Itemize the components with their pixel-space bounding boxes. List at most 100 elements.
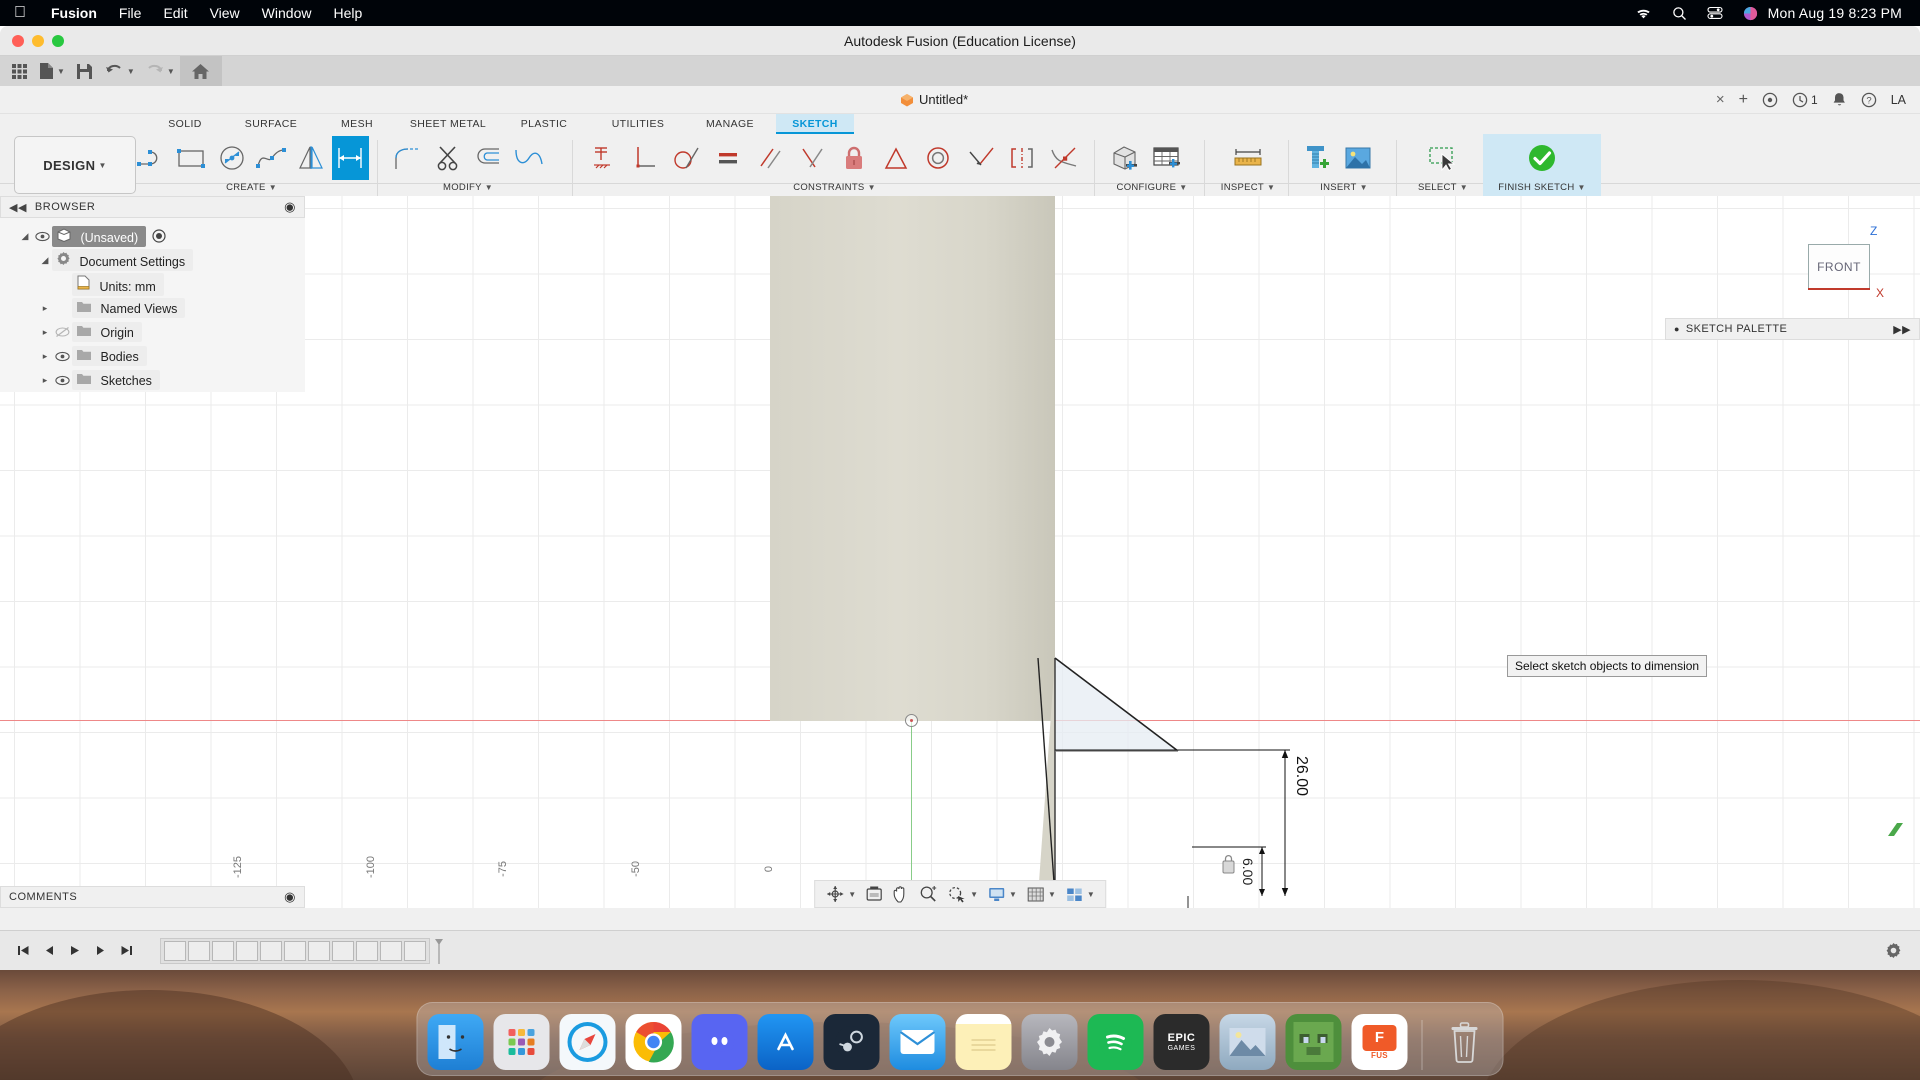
dimension-26[interactable]: 26.00 (1292, 756, 1310, 796)
timeline-feature[interactable] (164, 940, 186, 961)
tab-sheet-metal[interactable]: SHEET METAL (400, 114, 496, 134)
offset-icon[interactable] (469, 136, 508, 180)
fit-caret-icon[interactable]: ▼ (970, 890, 978, 899)
tab-mesh[interactable]: MESH (314, 114, 400, 134)
expander-icon[interactable]: ◢ (18, 231, 32, 242)
visibility-eye-icon[interactable] (52, 351, 72, 362)
dock-item-settings[interactable] (1021, 1014, 1078, 1070)
concentric-icon[interactable] (918, 136, 958, 180)
menu-view[interactable]: View (199, 5, 251, 21)
ribbon-group-finish-sketch[interactable]: FINISH SKETCH ▼ (1483, 134, 1601, 204)
menu-file[interactable]: File (108, 5, 153, 21)
display-mode-icon[interactable]: ▼ (983, 881, 1021, 907)
dock-item-launchpad[interactable] (493, 1014, 550, 1070)
measure-ruler-icon[interactable] (1228, 136, 1268, 180)
browser-item-sketches[interactable]: ▸ Sketches (0, 368, 305, 392)
control-center-icon[interactable] (1697, 6, 1733, 20)
timeline-feature[interactable] (404, 940, 426, 961)
visibility-eye-icon[interactable] (32, 231, 52, 242)
workspace-caret-icon[interactable]: ▼ (98, 161, 106, 170)
menu-bar-clock[interactable]: Mon Aug 19 8:23 PM (1768, 5, 1920, 21)
select-window-icon[interactable] (1423, 136, 1463, 180)
dock-item-safari[interactable] (559, 1014, 616, 1070)
inspect-group-label[interactable]: INSPECT ▼ (1212, 182, 1284, 196)
timeline-feature[interactable] (308, 940, 330, 961)
bell-icon[interactable] (1832, 92, 1847, 108)
grid-snap-caret-icon[interactable]: ▼ (1048, 890, 1056, 899)
save-icon[interactable] (70, 56, 100, 86)
dock-item-chrome[interactable] (625, 1014, 682, 1070)
perpendicular-icon[interactable] (624, 136, 664, 180)
expander-icon[interactable]: ▸ (38, 303, 52, 314)
select-group-label[interactable]: SELECT ▼ (1404, 182, 1482, 196)
expand-right-icon[interactable]: ▶▶ (1893, 323, 1911, 336)
horizontal-vertical-icon[interactable] (582, 136, 622, 180)
redo-icon[interactable]: ▼ (140, 56, 180, 86)
viewports-icon[interactable]: ▼ (1061, 881, 1099, 907)
tab-plastic[interactable]: PLASTIC (496, 114, 592, 134)
tab-sketch[interactable]: SKETCH (776, 114, 854, 134)
new-tab-icon[interactable]: + (1739, 91, 1748, 109)
dock-item-spotify[interactable] (1087, 1014, 1144, 1070)
undo-icon[interactable]: ▼ (100, 56, 140, 86)
dock-item-photos-app[interactable] (1219, 1014, 1276, 1070)
menu-window[interactable]: Window (251, 5, 323, 21)
browser-item-bodies[interactable]: ▸ Bodies (0, 344, 305, 368)
wifi-icon[interactable] (1625, 7, 1662, 20)
extension-manager-icon[interactable] (1762, 92, 1778, 108)
siri-icon[interactable] (1733, 6, 1768, 21)
visibility-eye-icon[interactable] (52, 375, 72, 386)
timeline-feature-strip[interactable] (160, 937, 430, 964)
tab-utilities[interactable]: UTILITIES (592, 114, 684, 134)
timeline-feature[interactable] (284, 940, 306, 961)
menu-edit[interactable]: Edit (152, 5, 198, 21)
browser-item-origin[interactable]: ▸ Origin (0, 320, 305, 344)
minus-circle-icon[interactable]: ◉ (284, 199, 296, 215)
green-check-icon[interactable] (1522, 136, 1562, 180)
dock-item-finder[interactable] (427, 1014, 484, 1070)
dock-item-trash[interactable] (1437, 1014, 1493, 1070)
coincident-icon[interactable] (792, 136, 832, 180)
expander-icon[interactable]: ▸ (38, 375, 52, 386)
help-icon[interactable]: ? (1861, 92, 1877, 108)
curvature-constraint-icon[interactable] (1044, 136, 1084, 180)
visibility-eye-off-icon[interactable] (52, 326, 72, 338)
tab-manage[interactable]: MANAGE (684, 114, 776, 134)
line-icon[interactable] (134, 136, 172, 180)
plus-circle-icon[interactable]: ◉ (284, 889, 296, 905)
collinear-icon[interactable] (960, 136, 1000, 180)
display-settings-icon[interactable] (861, 881, 887, 907)
dock-item-mail[interactable] (889, 1014, 946, 1070)
orbit-icon[interactable]: ▼ (821, 881, 860, 907)
sketch-palette-panel[interactable]: ● SKETCH PALETTE ▶▶ (1665, 318, 1920, 340)
browser-item-document-settings[interactable]: ◢ Document Settings (0, 248, 305, 272)
timeline-feature[interactable] (212, 940, 234, 961)
insert-canvas-icon[interactable] (1338, 136, 1378, 180)
fillet-icon[interactable] (388, 136, 427, 180)
job-status-indicator[interactable]: 1 (1792, 92, 1818, 108)
dock-item-discord[interactable] (691, 1014, 748, 1070)
activate-component-radio-icon[interactable] (152, 229, 166, 243)
tab-surface[interactable]: SURFACE (228, 114, 314, 134)
avatar[interactable]: LA (1891, 93, 1906, 107)
timeline-settings-gear-icon[interactable] (1885, 942, 1910, 959)
finish-sketch-label[interactable]: FINISH SKETCH ▼ (1483, 182, 1601, 196)
dock-item-notes[interactable] (955, 1014, 1012, 1070)
browser-item-unsaved[interactable]: ◢ (Unsaved) (0, 224, 305, 248)
search-icon[interactable] (1662, 6, 1697, 21)
viewports-caret-icon[interactable]: ▼ (1087, 890, 1095, 899)
timeline-feature[interactable] (380, 940, 402, 961)
apple-logo-icon[interactable]:  (14, 5, 26, 21)
dimension-6[interactable]: 6.00 (1240, 858, 1256, 885)
dock-item-epic-games[interactable]: EPIC GAMES (1153, 1014, 1210, 1070)
home-icon[interactable] (179, 56, 222, 86)
expander-icon[interactable]: ▸ (38, 351, 52, 362)
symmetry-icon[interactable] (1002, 136, 1042, 180)
parallel-icon[interactable] (750, 136, 790, 180)
pan-icon[interactable] (888, 881, 914, 907)
midpoint-icon[interactable] (876, 136, 916, 180)
menu-help[interactable]: Help (322, 5, 373, 21)
file-tab-untitled[interactable]: Untitled* (900, 92, 968, 107)
timeline-marker[interactable] (434, 938, 444, 964)
dock-item-minecraft[interactable] (1285, 1014, 1342, 1070)
